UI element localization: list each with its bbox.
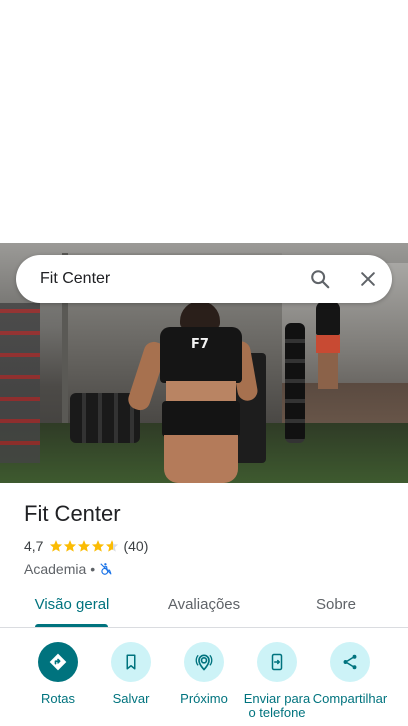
save-label: Salvar: [112, 691, 150, 706]
nearby-icon: [184, 642, 224, 682]
photo-person: F7: [125, 301, 260, 483]
send-to-phone-icon: [257, 642, 297, 682]
tab-reviews[interactable]: Avaliações: [160, 581, 248, 627]
search-bar[interactable]: Fit Center: [16, 255, 392, 303]
star-half-icon: [106, 540, 119, 552]
send-to-phone-label: Enviar para o telefone: [243, 691, 311, 720]
photo-person-background: [312, 301, 344, 391]
map-area[interactable]: [0, 0, 408, 243]
share-label: Compartilhar: [312, 691, 388, 706]
search-query[interactable]: Fit Center: [40, 270, 296, 288]
nearby-button[interactable]: Próximo: [166, 642, 242, 706]
tab-overview[interactable]: Visão geral: [30, 581, 114, 627]
star-icon: [64, 540, 77, 552]
nearby-label: Próximo: [180, 691, 228, 706]
directions-icon: [38, 642, 78, 682]
close-icon[interactable]: [344, 255, 392, 303]
search-icon[interactable]: [296, 255, 344, 303]
share-icon: [330, 642, 370, 682]
no-wheelchair-icon[interactable]: [99, 562, 113, 576]
action-buttons: Rotas Salvar Próximo Enviar para o telef…: [0, 640, 408, 726]
photo-rack: [0, 303, 40, 463]
review-count: (40): [123, 538, 149, 554]
rating-value: 4,7: [24, 538, 44, 554]
photo-plates: [285, 323, 305, 443]
star-icon: [50, 540, 63, 552]
rating-row[interactable]: 4,7 (40): [24, 536, 384, 556]
bookmark-icon: [111, 642, 151, 682]
place-info: Fit Center 4,7 (40) Academia •: [24, 500, 384, 578]
share-button[interactable]: Compartilhar: [312, 642, 388, 706]
active-tab-indicator: [35, 624, 108, 627]
star-icon: [78, 540, 91, 552]
save-button[interactable]: Salvar: [93, 642, 169, 706]
tab-about[interactable]: Sobre: [306, 581, 366, 627]
place-tabs: Visão geral Avaliações Sobre: [0, 581, 408, 628]
place-name: Fit Center: [24, 501, 121, 526]
rating-stars: [49, 539, 119, 553]
category-separator: •: [90, 561, 96, 577]
send-to-phone-button[interactable]: Enviar para o telefone: [239, 642, 315, 720]
directions-label: Rotas: [41, 691, 75, 706]
shirt-logo: F7: [191, 337, 209, 352]
place-category: Academia: [24, 561, 87, 577]
star-icon: [92, 540, 105, 552]
category-row: Academia •: [24, 560, 384, 578]
directions-button[interactable]: Rotas: [20, 642, 96, 706]
